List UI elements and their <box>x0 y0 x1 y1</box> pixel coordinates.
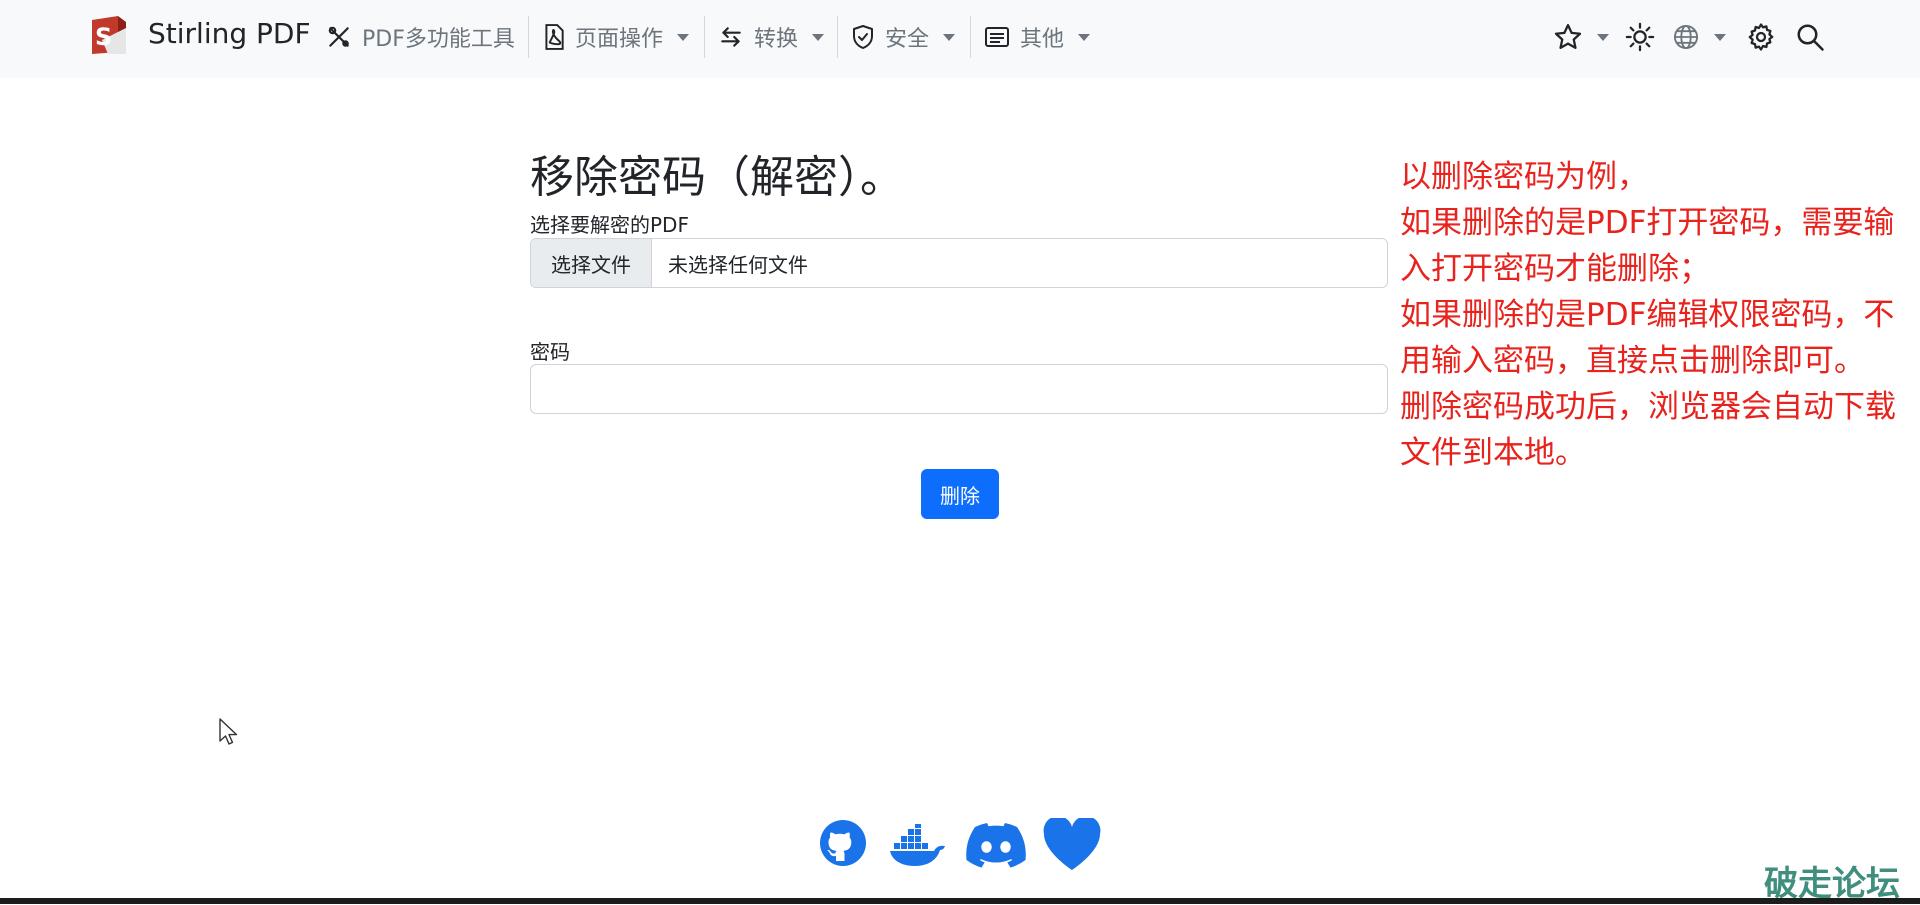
favorites-dropdown[interactable] <box>1553 18 1609 56</box>
heart-icon[interactable] <box>1042 818 1102 872</box>
nav-other-label: 其他 <box>1020 27 1065 52</box>
nav-page-ops-label: 页面操作 <box>575 27 664 52</box>
navbar: S Stirling PDF PDF多功能工具 页面操作 转换 安全 其他 <box>0 0 1920 78</box>
gear-icon <box>1748 23 1774 51</box>
nav-convert[interactable]: 转换 <box>718 20 825 54</box>
file-input[interactable]: 选择文件 未选择任何文件 <box>530 238 1388 288</box>
brand-name[interactable]: Stirling PDF <box>148 17 311 50</box>
nav-other[interactable]: 其他 <box>984 20 1091 54</box>
choose-file-button[interactable]: 选择文件 <box>531 239 652 287</box>
taskbar-edge <box>0 898 1920 904</box>
chevron-down-icon <box>812 33 825 41</box>
password-input[interactable] <box>530 364 1388 414</box>
page-title: 移除密码（解密）。 <box>530 152 904 203</box>
settings-button[interactable] <box>1746 18 1776 56</box>
list-card-icon <box>985 27 1009 47</box>
arrows-swap-icon <box>721 27 741 47</box>
nav-divider <box>528 16 529 58</box>
chevron-down-icon <box>677 33 690 41</box>
sun-icon <box>1625 22 1655 52</box>
nav-convert-label: 转换 <box>754 27 799 52</box>
file-pdf-icon <box>545 24 564 50</box>
chevron-down-icon <box>1078 33 1091 41</box>
shield-icon <box>853 25 873 49</box>
github-icon[interactable] <box>818 818 868 868</box>
chevron-down-icon <box>1597 33 1609 41</box>
file-status-text: 未选择任何文件 <box>668 252 808 277</box>
chevron-down-icon <box>943 33 956 41</box>
nav-divider <box>704 16 705 58</box>
nav-security[interactable]: 安全 <box>851 20 956 54</box>
nav-divider <box>970 16 971 58</box>
nav-security-label: 安全 <box>885 27 930 52</box>
chevron-down-icon <box>1714 33 1726 41</box>
tools-icon <box>328 26 349 47</box>
svg-text:S: S <box>95 23 112 51</box>
star-icon <box>1554 24 1582 49</box>
nav-divider <box>837 16 838 58</box>
globe-icon <box>1673 24 1699 50</box>
nav-page-ops[interactable]: 页面操作 <box>543 20 690 54</box>
nav-multi-tool-label: PDF多功能工具 <box>362 27 515 52</box>
mouse-cursor-icon <box>219 718 238 745</box>
file-input-label: 选择要解密的PDF <box>530 213 689 237</box>
annotation-text: 以删除密码为例， 如果删除的是PDF打开密码，需要输入打开密码才能删除； 如果删… <box>1400 159 1896 471</box>
password-label: 密码 <box>530 340 570 364</box>
search-button[interactable] <box>1795 18 1825 56</box>
language-dropdown[interactable] <box>1672 18 1726 56</box>
theme-toggle[interactable] <box>1625 18 1655 56</box>
search-icon <box>1797 24 1824 51</box>
discord-icon[interactable] <box>966 822 1026 868</box>
stirling-logo-icon[interactable]: S <box>88 14 130 56</box>
remove-password-button[interactable]: 删除 <box>921 469 999 519</box>
nav-multi-tool[interactable]: PDF多功能工具 <box>326 20 515 54</box>
docker-icon[interactable] <box>889 824 947 868</box>
